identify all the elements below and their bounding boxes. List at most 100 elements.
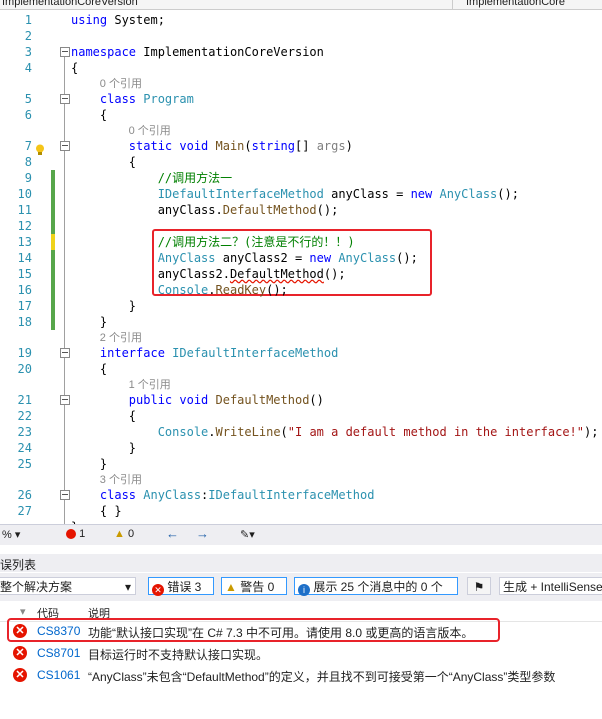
change-marker [51,186,55,202]
code-line[interactable]: 21 public void DefaultMethod() [0,392,602,408]
code-line[interactable]: 26 class AnyClass:IDefaultInterfaceMetho… [0,487,602,503]
error-description: “AnyClass”未包含“DefaultMethod”的定义，并且找不到可接受… [88,670,556,684]
code-line[interactable]: 7 static void Main(string[] args) [0,138,602,154]
code-line[interactable]: 19 interface IDefaultInterfaceMethod [0,345,602,361]
member-dropdown[interactable]: ImplementationCore [466,0,602,9]
code-text: IDefaultInterfaceMethod anyClass = new A… [71,186,519,202]
code-line[interactable]: 10 IDefaultInterfaceMethod anyClass = ne… [0,186,602,202]
code-token: interface [71,346,173,360]
warnings-filter-label: 警告 0 [240,580,275,594]
codelens-references[interactable]: 1 个引用 [129,377,171,393]
code-token: } [71,441,137,455]
navigate-back-icon[interactable]: ← [166,526,179,541]
change-marker [51,202,55,218]
code-text: public void DefaultMethod() [71,392,324,408]
code-line[interactable]: 2 [0,28,602,44]
brush-icon[interactable]: ✎▾ [240,528,255,541]
warnings-filter-button[interactable]: ▲ 警告 0 [221,577,287,595]
code-token: string [251,139,295,153]
error-count[interactable]: 1 [66,528,85,540]
code-token: Program [143,92,194,106]
zoom-level[interactable]: % ▾ [2,528,20,541]
line-number: 27 [17,504,32,518]
code-line[interactable]: 17 } [0,298,602,314]
code-line[interactable]: 25 } [0,456,602,472]
code-line[interactable]: 4{ [0,60,602,76]
error-icon [66,529,76,539]
code-line[interactable]: 13 //调用方法二？(注意是不行的！！) [0,234,602,250]
error-count-value: 1 [79,528,86,540]
collapse-icon[interactable] [60,47,70,57]
code-token: AnyClass [143,488,202,502]
build-filter-dropdown[interactable]: 生成 + IntelliSense [499,577,602,595]
warning-count[interactable]: ▲ 0 [114,528,134,540]
change-marker [51,314,55,330]
code-text: } [71,298,136,314]
line-number: 11 [17,203,32,217]
code-line[interactable]: 11 anyClass.DefaultMethod(); [0,202,602,218]
error-code-link[interactable]: CS1061 [37,668,80,682]
warning-count-value: 0 [127,528,135,540]
code-line[interactable]: 1 using System; [0,12,602,28]
line-number: 8 [24,155,32,169]
code-line[interactable]: 3 namespace ImplementationCoreVersion [0,44,602,60]
code-editor[interactable]: 1 using System; 2 3 namespace Implementation… [0,10,602,524]
code-line[interactable]: 27 { } [0,503,602,519]
code-line[interactable]: 9 //调用方法一 [0,170,602,186]
filter-icon[interactable]: ⚑ [467,577,491,595]
codelens-references[interactable]: 0 个引用 [100,76,142,92]
code-line[interactable]: 8 { [0,154,602,170]
code-token: public void [71,393,216,407]
code-text: anyClass.DefaultMethod(); [71,202,339,218]
collapse-icon[interactable] [60,348,70,358]
code-token: DefaultMethod [215,393,310,407]
code-line[interactable]: 15 anyClass2.DefaultMethod(); [0,266,602,282]
error-row[interactable]: ✕ CS1061 “AnyClass”未包含“DefaultMethod”的定义，并… [0,665,602,687]
navigate-forward-icon[interactable]: → [196,526,209,541]
build-filter-label: 生成 + IntelliSense [503,580,602,594]
code-text: static void Main(string[] args) [71,138,353,154]
collapse-icon[interactable] [60,141,70,151]
errors-filter-button[interactable]: ✕ 错误 3 [148,577,214,596]
code-token: Main [215,139,245,153]
code-token: anyClass. [71,203,223,217]
change-marker [51,234,55,250]
code-token: { [71,409,137,423]
type-dropdown-label: ImplementationCoreVersion [2,0,138,8]
code-line[interactable]: 14 AnyClass anyClass2 = new AnyClass(); [0,250,602,266]
code-line[interactable]: 6 { [0,107,602,123]
error-icon: ✕ [13,668,27,682]
code-line[interactable]: 5 class Program [0,91,602,107]
code-line[interactable]: 22 { [0,408,602,424]
code-token: (); [396,251,418,265]
change-marker [51,250,55,266]
collapse-icon[interactable] [60,395,70,405]
code-line[interactable]: 16 Console.ReadKey(); [0,282,602,298]
error-code-link[interactable]: CS8701 [37,646,80,660]
codelens-references[interactable]: 3 个引用 [100,472,142,488]
code-line[interactable]: 20 { [0,361,602,377]
error-row[interactable]: ✕ CS8701 目标运行时不支持默认接口实现。 [0,643,602,665]
line-number: 13 [17,235,32,249]
codelens-references[interactable]: 0 个引用 [129,123,171,139]
editor-status-bar: % ▾ 1 ▲ 0 ← → ✎▾ [0,524,602,545]
code-line[interactable]: 23 Console.WriteLine("I am a default met… [0,424,602,440]
code-line[interactable]: 18 } [0,314,602,330]
codelens-references[interactable]: 2 个引用 [100,330,142,346]
scope-dropdown[interactable]: 整个解决方案 ▾ [0,577,136,595]
code-token: (); [266,283,288,297]
code-token: ( [280,425,288,439]
error-list-toolbar: 整个解决方案 ▾ ✕ 错误 3 ▲ 警告 0 i 展示 25 个消息中的 0 个… [0,573,602,601]
change-marker [51,170,55,186]
chevron-down-icon: ▾ [124,580,131,594]
code-line[interactable]: 12 [0,218,602,234]
code-token: WriteLine [215,425,281,439]
code-text: class Program [71,91,194,107]
code-line[interactable]: 24 } [0,440,602,456]
code-text: } [71,456,107,472]
collapse-icon[interactable] [60,490,70,500]
type-dropdown[interactable]: ImplementationCoreVersion [2,0,453,9]
messages-filter-button[interactable]: i 展示 25 个消息中的 0 个 [294,577,458,596]
collapse-icon[interactable] [60,94,70,104]
change-marker [51,266,55,282]
